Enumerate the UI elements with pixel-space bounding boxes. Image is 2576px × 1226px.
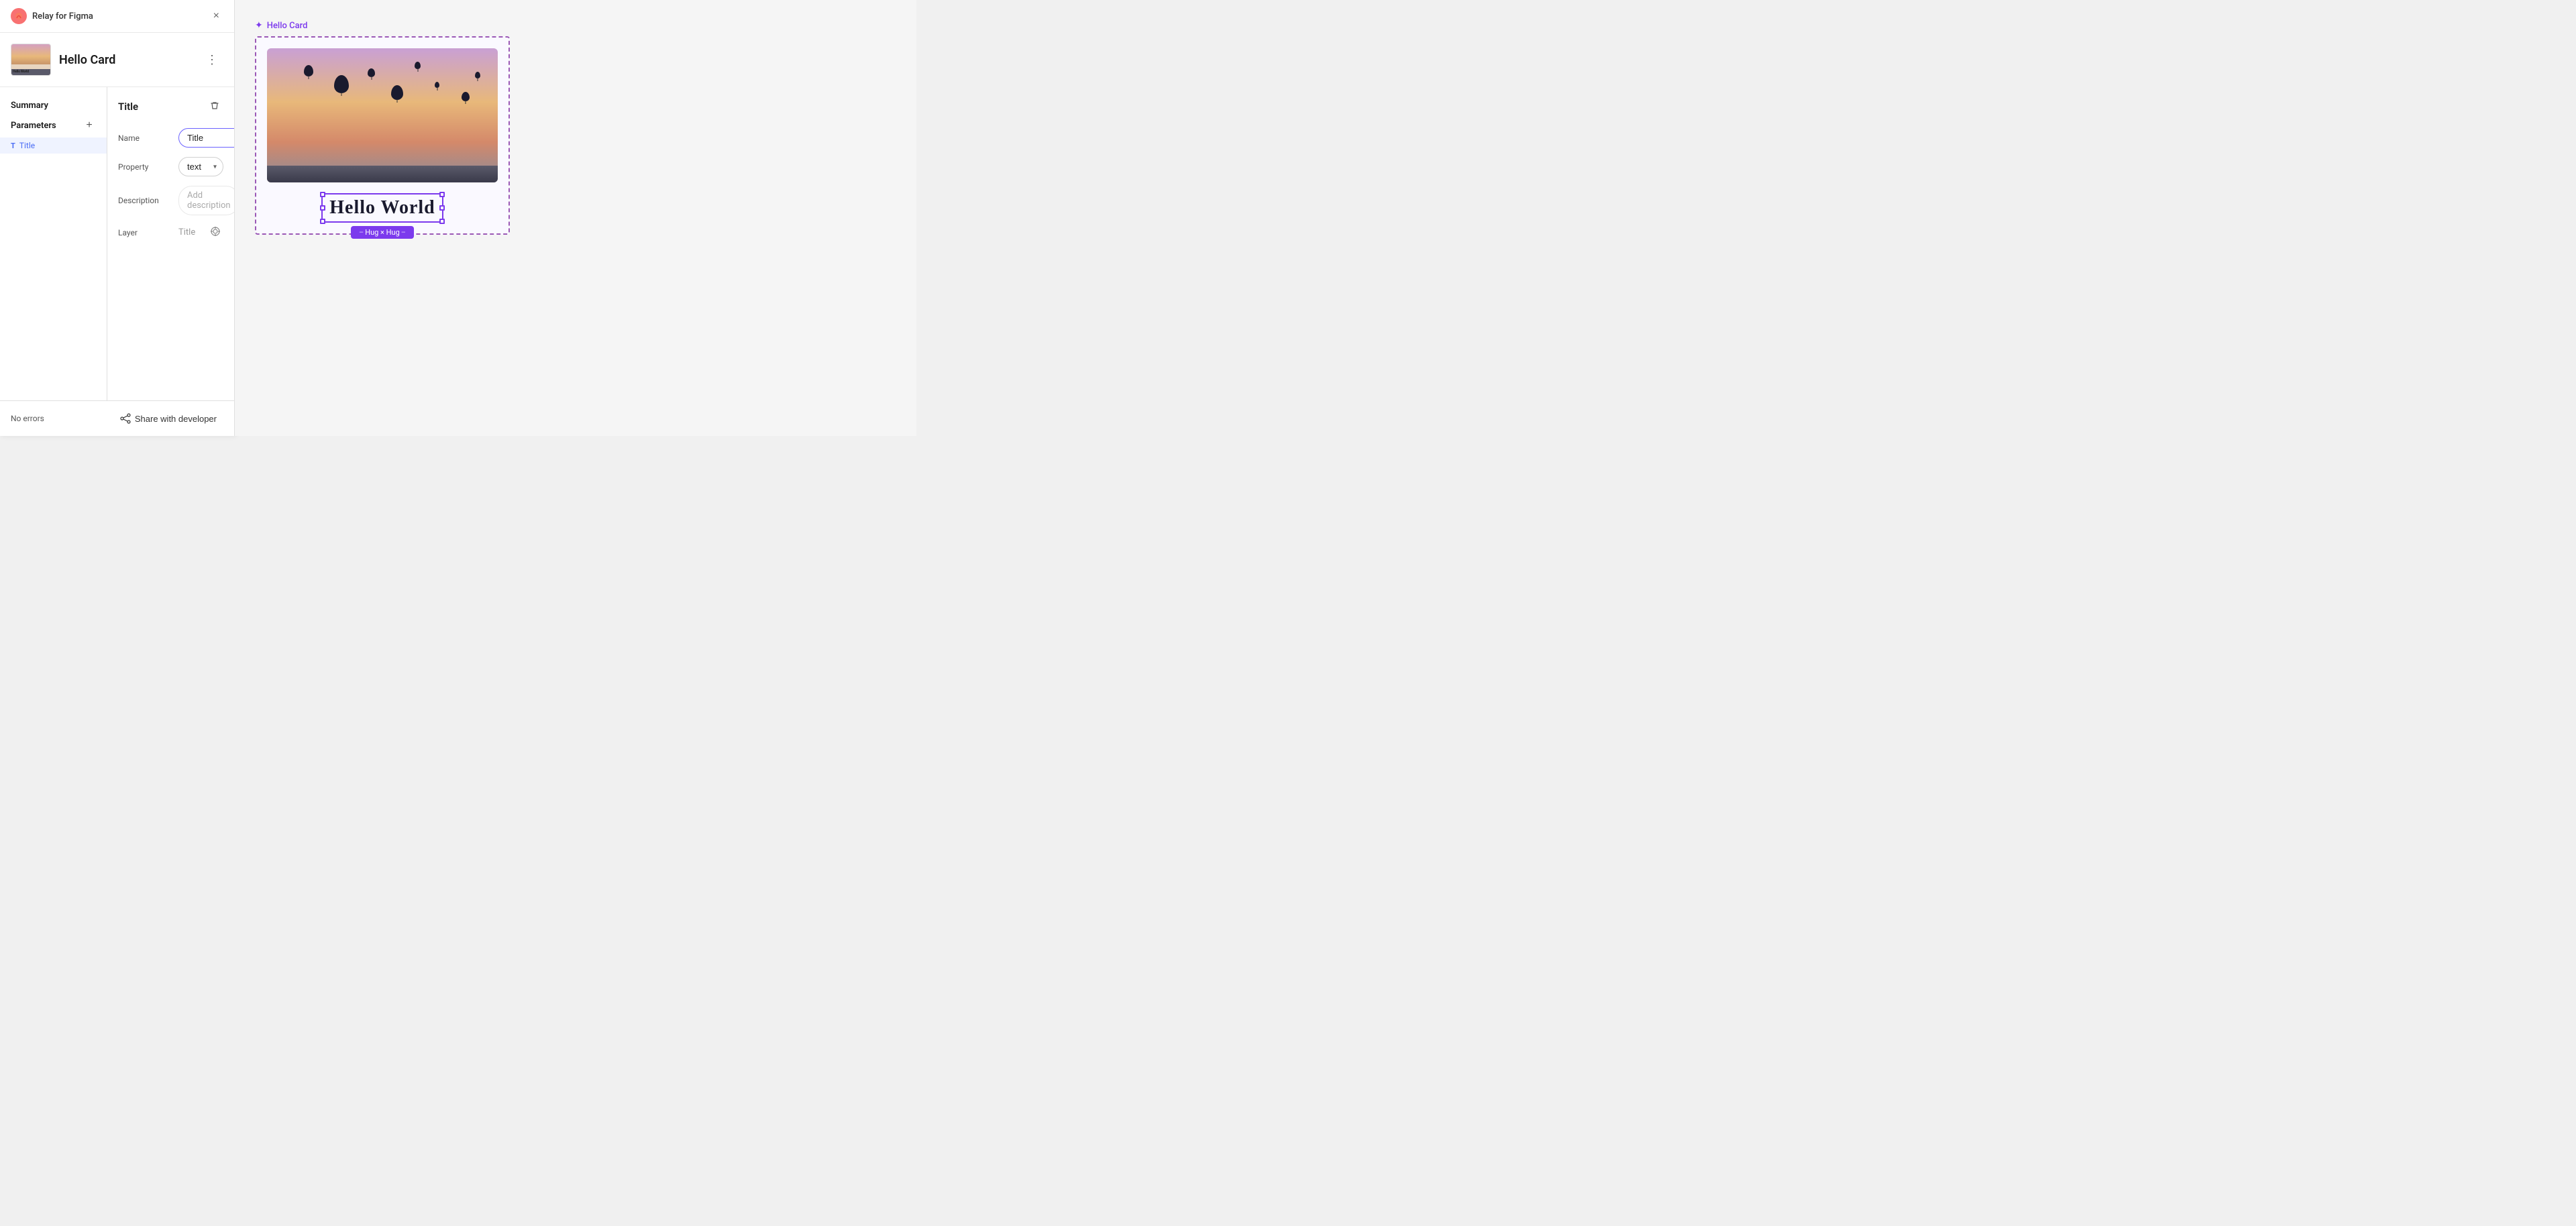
trash-icon bbox=[210, 101, 219, 110]
property-select[interactable]: text-content visible component bbox=[178, 157, 223, 176]
name-input[interactable] bbox=[178, 128, 234, 148]
app-title: Relay for Figma bbox=[32, 11, 93, 21]
panel-body: Summary Parameters + T Title Title bbox=[0, 87, 234, 400]
delete-button[interactable] bbox=[206, 98, 223, 115]
property-select-wrap: text-content visible component ▾ bbox=[178, 157, 223, 176]
handle-bl bbox=[320, 219, 325, 224]
hello-card-container: Hello World Hug × Hug bbox=[255, 36, 510, 235]
add-parameter-button[interactable]: + bbox=[83, 119, 96, 132]
hug-badge-label: Hug × Hug bbox=[365, 228, 400, 237]
description-field-row: Description Add description bbox=[118, 186, 223, 215]
thumb-text: Hello World bbox=[13, 70, 29, 74]
panel-header-left: Relay for Figma bbox=[11, 8, 93, 24]
card-label-row: ✦ Hello Card bbox=[255, 20, 896, 31]
component-name: Hello Card bbox=[59, 53, 115, 67]
hello-world-text-wrapper: Hello World Hug × Hug bbox=[267, 193, 498, 223]
component-indicator-icon: ✦ bbox=[255, 20, 263, 31]
layer-value: Title bbox=[178, 227, 201, 237]
balloon-4 bbox=[391, 85, 403, 100]
relay-logo bbox=[11, 8, 27, 24]
component-thumbnail: Hello World bbox=[11, 44, 51, 76]
handle-mr bbox=[439, 205, 445, 211]
detail-panel: Title Name Property text-content v bbox=[107, 87, 234, 400]
summary-nav[interactable]: Summary bbox=[0, 98, 107, 116]
balloon-6 bbox=[435, 82, 439, 88]
hello-world-text: Hello World bbox=[329, 197, 435, 218]
layer-label: Layer bbox=[118, 228, 172, 237]
description-label: Description bbox=[118, 196, 172, 205]
balloon-7 bbox=[462, 92, 470, 101]
description-input[interactable]: Add description bbox=[178, 186, 234, 215]
detail-header: Title bbox=[118, 98, 223, 115]
no-errors-label: No errors bbox=[11, 414, 44, 423]
parameters-section-header: Parameters + bbox=[0, 116, 107, 137]
handle-br bbox=[439, 219, 445, 224]
target-layer-button[interactable] bbox=[207, 225, 223, 240]
thumb-sky bbox=[11, 44, 50, 64]
sidebar-item-label: Title bbox=[19, 141, 35, 150]
left-panel: Relay for Figma × Hello World Hello Card… bbox=[0, 0, 235, 436]
panel-header: Relay for Figma × bbox=[0, 0, 234, 33]
ground-strip bbox=[267, 166, 498, 182]
balloon-5 bbox=[415, 62, 421, 69]
balloon-1 bbox=[334, 75, 349, 93]
hello-world-selection-box[interactable]: Hello World Hug × Hug bbox=[321, 193, 443, 223]
more-options-button[interactable]: ⋮ bbox=[201, 50, 223, 70]
hug-badge: Hug × Hug bbox=[351, 226, 414, 239]
panel-footer: No errors Share with developer bbox=[0, 400, 234, 436]
share-label: Share with developer bbox=[135, 414, 217, 424]
parameters-label: Parameters bbox=[11, 121, 56, 131]
balloon-3 bbox=[368, 68, 375, 77]
layer-field-row: Layer Title bbox=[118, 225, 223, 240]
target-icon bbox=[210, 226, 221, 237]
sidebar-item-title[interactable]: T Title bbox=[0, 137, 107, 154]
balloon-8 bbox=[475, 72, 480, 78]
share-icon bbox=[120, 413, 131, 424]
property-label: Property bbox=[118, 162, 172, 172]
card-name-label: Hello Card bbox=[267, 21, 308, 31]
close-button[interactable]: × bbox=[209, 9, 223, 23]
name-label: Name bbox=[118, 133, 172, 143]
handle-tr bbox=[439, 192, 445, 197]
handle-tl bbox=[320, 192, 325, 197]
component-header-left: Hello World Hello Card bbox=[11, 44, 115, 76]
detail-title: Title bbox=[118, 101, 138, 113]
property-field-row: Property text-content visible component … bbox=[118, 157, 223, 176]
name-field-row: Name bbox=[118, 128, 223, 148]
balloon-2 bbox=[304, 65, 313, 76]
handle-ml bbox=[320, 205, 325, 211]
text-icon: T bbox=[11, 142, 15, 150]
card-image-wrapper bbox=[267, 48, 498, 182]
canvas-area: ✦ Hello Card bbox=[235, 0, 916, 436]
sidebar: Summary Parameters + T Title bbox=[0, 87, 107, 400]
card-image-background bbox=[267, 48, 498, 182]
component-header: Hello World Hello Card ⋮ bbox=[0, 33, 234, 87]
share-button[interactable]: Share with developer bbox=[113, 409, 223, 428]
